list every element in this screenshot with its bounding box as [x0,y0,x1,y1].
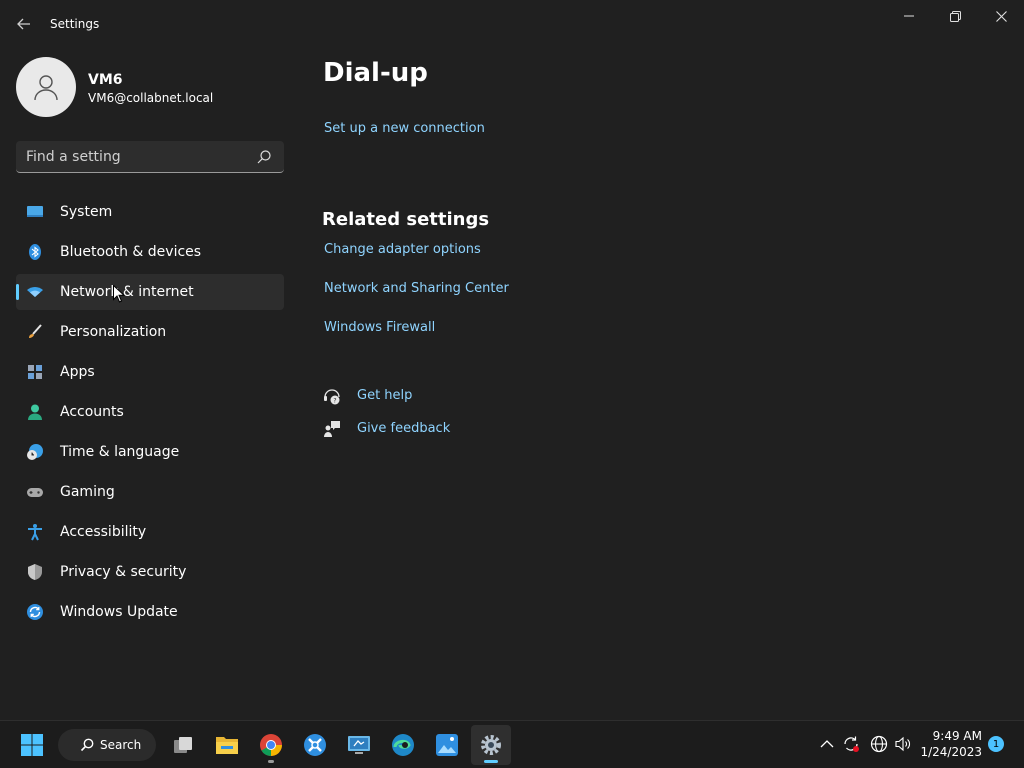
sidebar-item-bluetooth[interactable]: Bluetooth & devices [16,234,284,270]
taskbar: Search [0,720,1024,768]
wifi-icon [27,287,43,297]
chrome-button[interactable] [251,725,291,765]
search-icon [80,738,94,752]
settings-taskbar-button[interactable] [471,725,511,765]
page-title: Dial-up [323,58,428,88]
app-button-photos[interactable] [427,725,467,765]
sidebar-item-label: System [60,204,113,220]
start-button[interactable] [12,725,52,765]
shield-icon [28,564,42,580]
taskbar-clock-time[interactable]: 9:49 AM [916,729,982,743]
sync-icon[interactable] [842,735,860,753]
get-help-link[interactable]: Get help [357,388,412,403]
sidebar-item-label: Gaming [60,484,115,500]
taskbar-search-label: Search [100,738,142,752]
taskbar-clock-date[interactable]: 1/24/2023 [916,745,982,759]
give-feedback-link[interactable]: Give feedback [357,421,450,436]
mouse-cursor-icon [113,285,125,303]
taskbar-search-button[interactable]: Search [58,729,156,761]
search-box[interactable] [16,141,284,173]
restore-icon [949,10,961,22]
sidebar-item-system[interactable]: System [16,194,284,230]
get-help-icon: ? [324,389,340,405]
task-view-button[interactable] [163,725,203,765]
sidebar-item-label: Accessibility [60,524,147,540]
minimize-button[interactable] [886,0,932,32]
active-indicator [484,760,498,763]
sidebar-item-network[interactable]: Network & internet [16,274,284,310]
apps-icon [28,365,42,379]
update-icon [27,604,43,620]
photos-icon [436,734,458,756]
gamepad-icon [27,488,43,497]
change-adapter-options-link[interactable]: Change adapter options [324,242,481,257]
gear-icon [481,735,501,755]
remote-desktop-icon [348,736,370,754]
sidebar-item-personalization[interactable]: Personalization [16,314,284,350]
app-button-tools[interactable] [295,725,335,765]
windows-firewall-link[interactable]: Windows Firewall [324,320,435,335]
sidebar-item-accessibility[interactable]: Accessibility [16,514,284,550]
close-icon [995,10,1007,22]
sidebar-item-time-language[interactable]: Time & language [16,434,284,470]
edge-icon [392,734,414,756]
person-icon [28,404,42,420]
network-sharing-center-link[interactable]: Network and Sharing Center [324,281,509,296]
restore-button[interactable] [932,0,978,32]
speaker-icon[interactable] [894,735,912,753]
accessibility-icon [28,524,42,541]
title-bar: Settings [0,0,1024,48]
running-indicator [268,760,274,763]
brush-icon [29,324,42,338]
system-icon [27,206,43,217]
chevron-up-icon[interactable] [818,735,836,753]
close-button[interactable] [978,0,1024,32]
sidebar-item-windows-update[interactable]: Windows Update [16,594,284,630]
sidebar-item-gaming[interactable]: Gaming [16,474,284,510]
search-input[interactable] [26,148,246,166]
feedback-icon [324,421,340,437]
user-email: VM6@collabnet.local [88,91,214,105]
tools-app-icon [304,734,326,756]
person-icon [34,75,58,101]
notification-badge[interactable]: 1 [988,736,1004,752]
back-arrow-icon [17,18,30,30]
sidebar-item-label: Windows Update [60,604,178,620]
edge-button[interactable] [383,725,423,765]
sidebar-item-label: Privacy & security [60,564,187,580]
sidebar-item-label: Accounts [60,404,124,420]
sidebar-item-privacy[interactable]: Privacy & security [16,554,284,590]
user-name: VM6 [88,72,123,88]
search-icon[interactable] [256,149,272,165]
file-explorer-button[interactable] [207,725,247,765]
chrome-icon [260,734,282,756]
sidebar-nav: System Bluetooth & devices Network & int… [16,194,284,634]
minimize-icon [904,15,914,17]
app-button-remote-desktop[interactable] [339,725,379,765]
folder-icon [216,737,238,754]
windows-logo-icon [21,734,43,756]
bluetooth-icon [29,244,41,260]
avatar[interactable] [16,57,76,117]
sidebar-item-accounts[interactable]: Accounts [16,394,284,430]
sidebar-item-label: Apps [60,364,95,380]
sidebar-item-apps[interactable]: Apps [16,354,284,390]
sidebar-item-label: Bluetooth & devices [60,244,202,260]
globe-icon[interactable] [870,735,888,753]
related-settings-heading: Related settings [322,209,490,230]
sidebar-item-label: Network & internet [60,284,194,300]
sidebar-item-label: Time & language [60,444,180,460]
window-title: Settings [50,17,100,31]
task-view-icon [174,737,192,753]
clock-globe-icon [27,444,43,460]
back-button[interactable] [10,10,38,38]
svg-text:?: ? [333,398,336,405]
setup-connection-link[interactable]: Set up a new connection [324,121,485,136]
sidebar-item-label: Personalization [60,324,167,340]
